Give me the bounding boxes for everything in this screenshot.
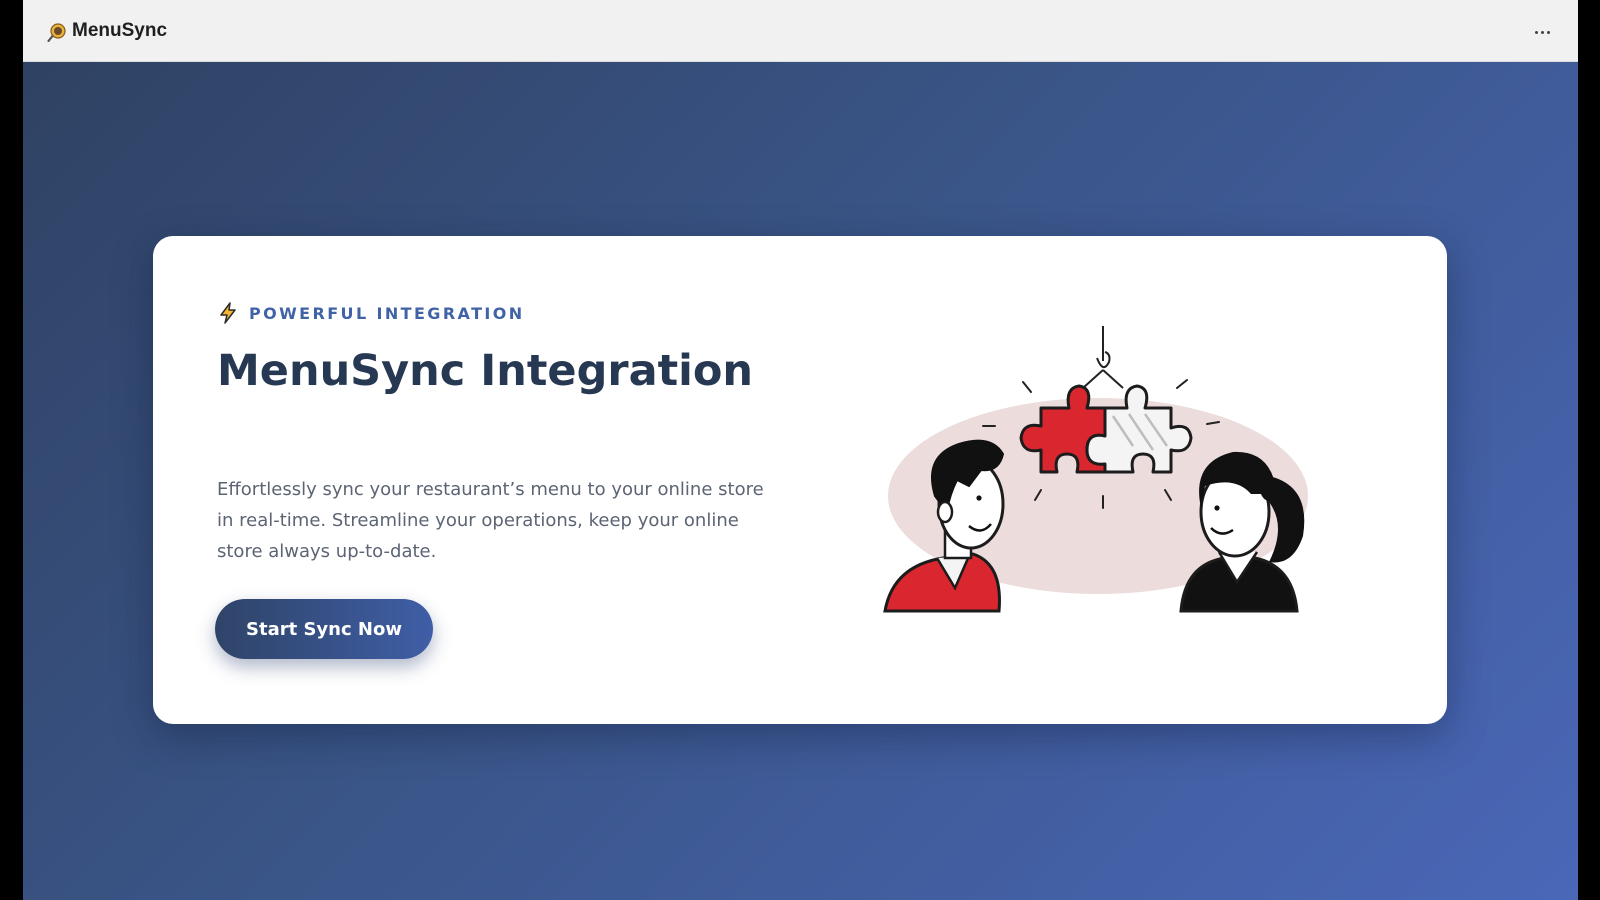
hero-background: POWERFUL INTEGRATION MenuSync Integratio…	[23, 62, 1578, 900]
page-title: MenuSync Integration	[217, 346, 754, 396]
start-sync-button[interactable]: Start Sync Now	[215, 599, 433, 659]
description: Effortlessly sync your restaurant’s menu…	[217, 479, 764, 562]
eyebrow-text: POWERFUL INTEGRATION	[249, 303, 525, 323]
magnifier-logo-icon	[47, 23, 66, 42]
app-title: MenuSync	[72, 20, 168, 41]
more-options-button[interactable]	[1528, 18, 1556, 46]
eyebrow: POWERFUL INTEGRATION	[217, 302, 525, 324]
title-bar: MenuSync	[23, 0, 1578, 62]
integration-card: POWERFUL INTEGRATION MenuSync Integratio…	[153, 236, 1447, 724]
more-options-icon	[1533, 30, 1551, 34]
app-window: MenuSync POWERFUL INTEGRATION MenuSync I…	[23, 0, 1578, 900]
lightning-bolt-icon	[220, 302, 236, 324]
puzzle-collaboration-illustration	[883, 326, 1308, 613]
